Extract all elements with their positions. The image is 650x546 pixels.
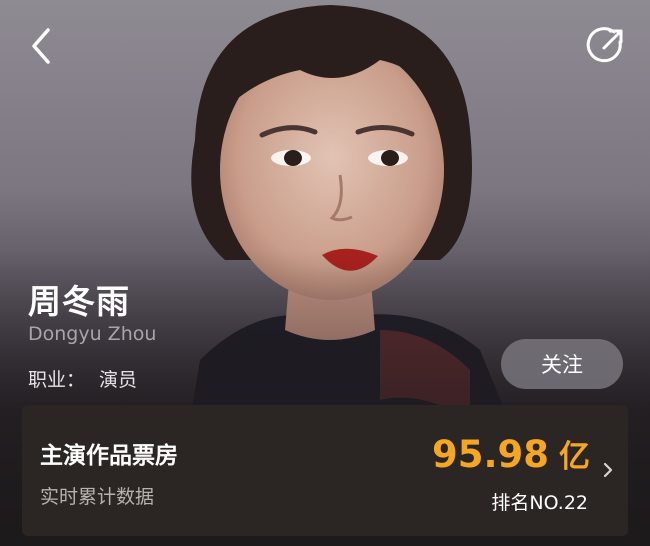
actor-occupation: 职业： 演员 bbox=[28, 365, 137, 392]
chevron-right-icon bbox=[603, 462, 613, 478]
occupation-label: 职业： bbox=[28, 369, 86, 391]
chevron-left-icon bbox=[32, 28, 50, 64]
box-office-subtitle: 实时累计数据 bbox=[40, 486, 155, 508]
actor-name-english: Dongyu Zhou bbox=[28, 323, 157, 345]
box-office-title: 主演作品票房 bbox=[40, 443, 178, 469]
occupation-value: 演员 bbox=[99, 369, 138, 391]
box-office-unit: 亿 bbox=[559, 439, 590, 475]
share-button[interactable] bbox=[584, 24, 628, 68]
actor-name: 周冬雨 bbox=[28, 282, 130, 321]
box-office-card[interactable]: 主演作品票房 实时累计数据 95.98 亿 排名NO.22 bbox=[22, 405, 628, 536]
back-button[interactable] bbox=[22, 24, 62, 68]
box-office-rank: 排名NO.22 bbox=[491, 492, 588, 514]
box-office-value: 95.98 亿 bbox=[432, 431, 590, 476]
share-icon bbox=[586, 27, 623, 63]
follow-button[interactable]: 关注 bbox=[501, 339, 623, 389]
box-office-amount: 95.98 bbox=[431, 433, 549, 476]
